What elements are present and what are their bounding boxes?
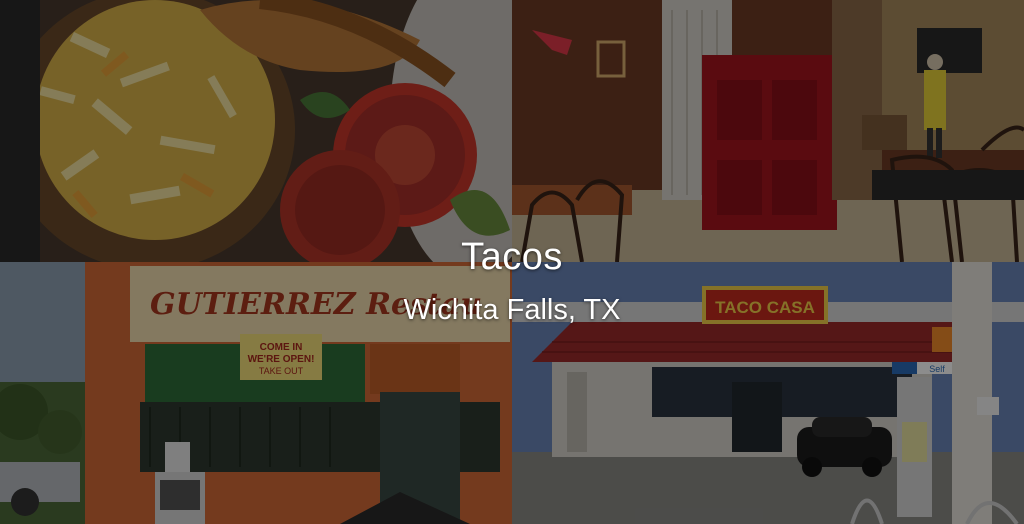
interior-photo: [512, 0, 1024, 262]
collage-title: Tacos: [461, 236, 563, 278]
notice-line-3: TAKE OUT: [259, 366, 304, 376]
restaurant-interior-image: [512, 0, 1024, 262]
food-photo: [0, 0, 512, 262]
taco-plate-image: [0, 0, 512, 262]
canopy-self-text: Self: [929, 364, 945, 374]
notice-line-1: COME IN: [260, 342, 303, 353]
collage-subtitle: Wichita Falls, TX: [403, 294, 621, 326]
photo-collage: GUTIERREZ Restau COME IN WE'RE OPEN! TAK…: [0, 0, 1024, 524]
notice-line-2: WE'RE OPEN!: [248, 354, 315, 365]
